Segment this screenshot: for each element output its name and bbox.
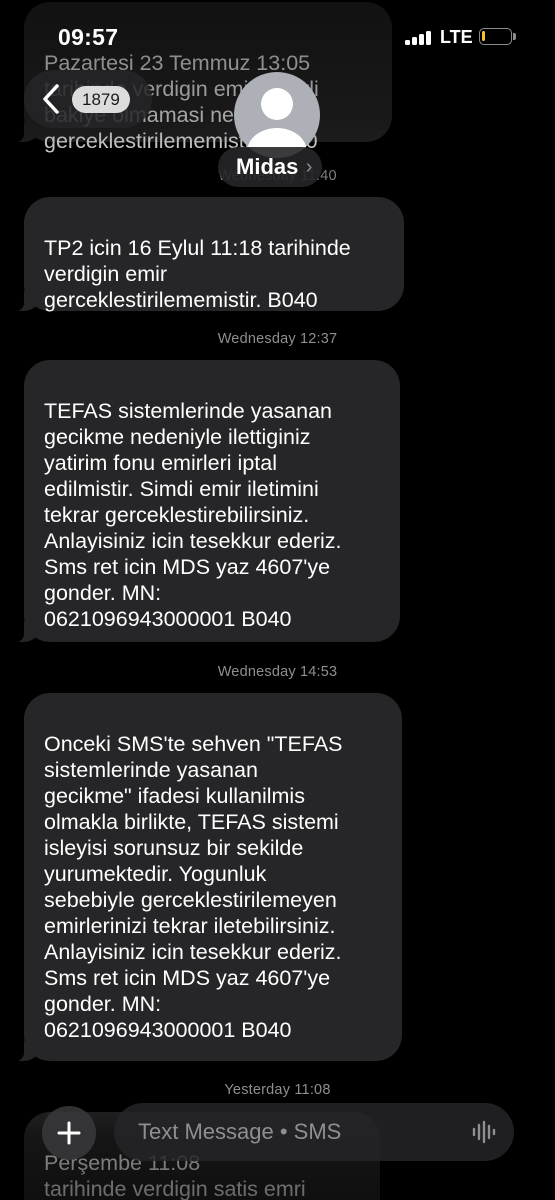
audio-waveform-icon[interactable]: [472, 1120, 498, 1144]
battery-cap: [513, 33, 516, 40]
signal-bars-icon: [405, 31, 433, 45]
add-attachment-button[interactable]: [42, 1106, 96, 1160]
status-time: 09:57: [58, 24, 119, 50]
message-text: Onceki SMS'te sehven "TEFAS sistemlerind…: [44, 732, 343, 1042]
unread-count-badge: 1879: [72, 86, 130, 113]
battery-icon: [479, 28, 512, 45]
message-timestamp: Wednesday 12:37: [217, 331, 338, 347]
contact-avatar-icon[interactable]: [234, 72, 320, 158]
message-timestamp: Wednesday 14:53: [217, 664, 338, 680]
chevron-right-icon: ›: [305, 156, 313, 178]
messages-screen: Pazartesi 23 Temmuz 13:05 tarihinde verd…: [0, 0, 555, 1200]
message-input-placeholder: Text Message • SMS: [138, 1119, 342, 1144]
message-bubble[interactable]: TEFAS sistemlerinde yasanan gecikme nede…: [10, 360, 400, 643]
contact-name-button[interactable]: Midas ›: [218, 147, 323, 187]
contact-name: Midas: [236, 154, 299, 179]
network-type: LTE: [440, 27, 473, 47]
message-timestamp: Yesterday 11:08: [224, 1082, 331, 1098]
message-text: TP2 icin 16 Eylul 11:18 tarihinde verdig…: [44, 236, 351, 312]
message-input[interactable]: Text Message • SMS: [114, 1103, 514, 1161]
message-text: TEFAS sistemlerinde yasanan gecikme nede…: [44, 399, 342, 631]
battery-level: [482, 31, 485, 41]
back-chevron-icon: [43, 84, 59, 114]
back-button[interactable]: 1879: [24, 70, 152, 128]
add-icon: [57, 1121, 81, 1145]
message-bubble[interactable]: Onceki SMS'te sehven "TEFAS sistemlerind…: [10, 693, 402, 1062]
person-silhouette-icon: [247, 88, 307, 158]
message-bubble[interactable]: TP2 icin 16 Eylul 11:18 tarihinde verdig…: [10, 197, 404, 312]
